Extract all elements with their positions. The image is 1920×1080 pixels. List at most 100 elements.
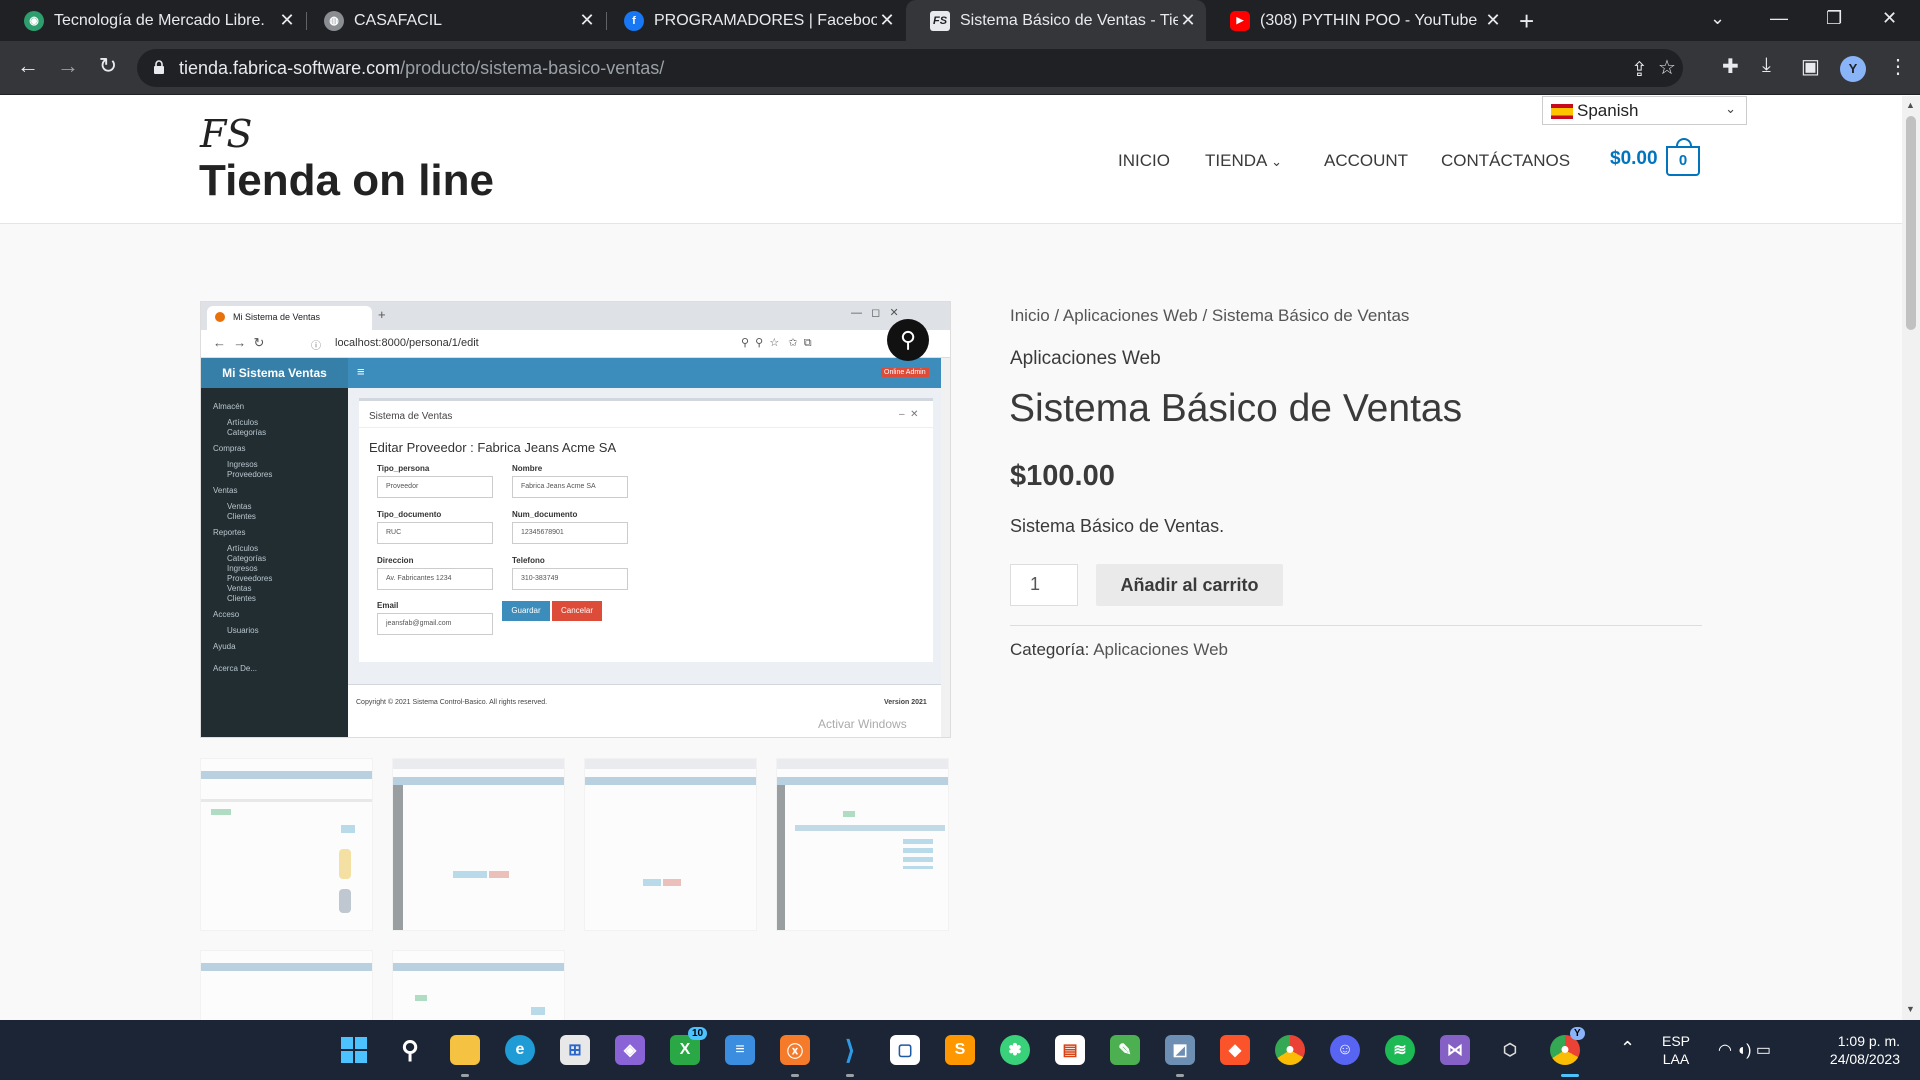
nav-tienda[interactable]: TIENDA ⌄: [1205, 151, 1282, 171]
product-thumbnail[interactable]: [200, 950, 373, 1020]
edge-icon[interactable]: e: [505, 1035, 535, 1065]
vscode-icon[interactable]: ⟩: [835, 1035, 865, 1065]
screenshot-nav-icons: ← → ↻: [213, 335, 265, 350]
language-label: Spanish: [1577, 101, 1639, 120]
windows-start-icon[interactable]: [339, 1035, 369, 1065]
close-tab-icon[interactable]: ✕: [577, 10, 597, 31]
ss-save-button: Guardar: [502, 601, 550, 621]
sublime-icon[interactable]: S: [945, 1035, 975, 1065]
chrome-profile-icon[interactable]: ● Y: [1550, 1027, 1585, 1065]
product-thumbnail[interactable]: [584, 758, 757, 931]
product-category-top[interactable]: Aplicaciones Web: [1010, 348, 1161, 370]
cart-total[interactable]: $0.00: [1610, 148, 1658, 170]
firefox-icon: [215, 312, 225, 322]
app-pen-icon[interactable]: ◩: [1165, 1035, 1195, 1065]
side-panel-icon[interactable]: ▣: [1801, 54, 1820, 79]
screenshot-sidebar: Almacén Artículos Categorías Compras Ing…: [201, 388, 348, 737]
xbox-icon[interactable]: X 10: [670, 1027, 708, 1065]
restore-button[interactable]: ❐: [1826, 8, 1842, 29]
chrome-icon[interactable]: ●: [1275, 1035, 1305, 1065]
scrollbar-thumb[interactable]: [1906, 116, 1916, 330]
tab-search-chevron-icon[interactable]: ⌄: [1710, 8, 1725, 29]
scroll-down-icon[interactable]: ▼: [1906, 1004, 1915, 1014]
unity-icon[interactable]: ⬡: [1495, 1035, 1525, 1065]
clock-time: 1:09 p. m.: [1837, 1033, 1900, 1049]
tab-mercado-libre[interactable]: ◉ Tecnología de Mercado Libre. ✕: [0, 0, 305, 41]
nav-inicio[interactable]: INICIO: [1118, 151, 1170, 171]
nav-account[interactable]: ACCOUNT: [1324, 151, 1408, 171]
add-to-cart-button[interactable]: Añadir al carrito: [1096, 564, 1283, 606]
lock-icon[interactable]: [153, 59, 165, 75]
input-language[interactable]: ESP LAA: [1662, 1032, 1690, 1068]
product-price: $100.00: [1010, 460, 1115, 492]
meta-category-link[interactable]: Aplicaciones Web: [1093, 640, 1228, 659]
forward-button[interactable]: →: [54, 53, 82, 79]
share-icon[interactable]: ⇪: [1631, 57, 1648, 82]
new-tab-button[interactable]: +: [1519, 6, 1534, 37]
reload-button[interactable]: ↻: [94, 53, 122, 79]
brave-icon[interactable]: ◆: [1220, 1035, 1250, 1065]
download-icon[interactable]: ⤓: [1762, 54, 1771, 77]
page-scrollbar[interactable]: ▲ ▼: [1902, 96, 1920, 1020]
menu-kebab-icon[interactable]: ⋮: [1888, 54, 1908, 79]
app-tools-icon[interactable]: ✎: [1110, 1035, 1140, 1065]
scroll-up-icon[interactable]: ▲: [1906, 100, 1915, 110]
close-tab-icon[interactable]: ✕: [277, 10, 297, 31]
product-meta: Categoría: Aplicaciones Web: [1010, 640, 1228, 660]
ss-input: Proveedor: [377, 476, 493, 498]
close-tab-icon[interactable]: ✕: [1178, 10, 1198, 31]
app-icon[interactable]: ◈: [615, 1035, 645, 1065]
ss-form-heading: Editar Proveedor : Fabrica Jeans Acme SA: [369, 440, 617, 455]
screenshot-footer: Copyright © 2021 Sistema Control-Basico.…: [348, 684, 941, 737]
meta-label: Categoría:: [1010, 640, 1090, 659]
network-volume-battery-icons[interactable]: ◠ ◖) ▭: [1718, 1040, 1771, 1060]
nav-contactanos[interactable]: CONTÁCTANOS: [1441, 151, 1570, 171]
microsoft-store-icon[interactable]: ⊞: [560, 1035, 590, 1065]
clock[interactable]: 1:09 p. m. 24/08/2023: [1810, 1032, 1900, 1068]
app-window-icon[interactable]: ▢: [890, 1035, 920, 1065]
screenshot-brand: Mi Sistema Ventas: [201, 358, 348, 388]
close-tab-icon[interactable]: ✕: [1483, 10, 1503, 31]
file-explorer-icon[interactable]: [450, 1035, 480, 1065]
thumb-topbar: [393, 777, 564, 785]
tab-youtube[interactable]: ▶ (308) PYTHIN POO - YouTube ✕: [1206, 0, 1511, 41]
address-bar[interactable]: tienda.fabrica-software.com/producto/sis…: [137, 49, 1683, 87]
cart-icon[interactable]: 0: [1666, 138, 1700, 176]
product-thumbnail[interactable]: [392, 758, 565, 931]
product-thumbnail[interactable]: [200, 758, 373, 931]
product-thumbnail[interactable]: [392, 950, 565, 1020]
bookmark-star-icon[interactable]: ☆: [1658, 55, 1676, 80]
zoom-icon[interactable]: ⚲: [887, 319, 929, 361]
ss-side-item: Compras: [213, 444, 246, 453]
ss-side-item: Ingresos: [227, 564, 258, 573]
ss-side-item: Clientes: [227, 512, 256, 521]
product-main-image[interactable]: Mi Sistema de Ventas + — ◻ ✕ ← → ↻ ⓘ loc…: [200, 301, 951, 738]
extensions-icon[interactable]: ✚: [1722, 54, 1739, 79]
spotify-icon[interactable]: ≋: [1385, 1035, 1415, 1065]
thumb-line: [201, 799, 372, 802]
language-select[interactable]: Spanish ⌄: [1542, 96, 1747, 125]
quantity-input[interactable]: 1: [1010, 564, 1078, 606]
close-tab-icon[interactable]: ✕: [877, 10, 897, 31]
profile-avatar[interactable]: Y: [1840, 56, 1866, 82]
back-button[interactable]: ←: [14, 53, 42, 79]
app-doc-icon[interactable]: ▤: [1055, 1035, 1085, 1065]
notepad-icon[interactable]: ≡: [725, 1035, 755, 1065]
ss-label: Tipo_persona: [377, 464, 430, 473]
ss-box-title: Sistema de Ventas: [369, 411, 453, 422]
site-title[interactable]: Tienda on line: [199, 156, 494, 206]
breadcrumb[interactable]: Inicio / Aplicaciones Web / Sistema Bási…: [1010, 306, 1409, 326]
tab-facebook[interactable]: f PROGRAMADORES | Facebook ✕: [600, 0, 905, 41]
site-logo[interactable]: FS: [200, 112, 252, 156]
product-thumbnail[interactable]: [776, 758, 949, 931]
tab-casafacil[interactable]: ◍ CASAFACIL ✕: [300, 0, 605, 41]
search-icon[interactable]: ⚲: [395, 1035, 425, 1065]
close-window-button[interactable]: ✕: [1882, 8, 1897, 29]
tab-sistema-ventas[interactable]: FS Sistema Básico de Ventas - Tiend ✕: [906, 0, 1206, 41]
visual-studio-icon[interactable]: ⋈: [1440, 1035, 1470, 1065]
discord-icon[interactable]: ☺: [1330, 1035, 1360, 1065]
tray-chevron-icon[interactable]: ⌃: [1620, 1038, 1635, 1059]
app-globe-icon[interactable]: ✽: [1000, 1035, 1030, 1065]
minimize-button[interactable]: —: [1770, 8, 1788, 29]
xampp-icon[interactable]: ⓧ: [780, 1035, 810, 1065]
